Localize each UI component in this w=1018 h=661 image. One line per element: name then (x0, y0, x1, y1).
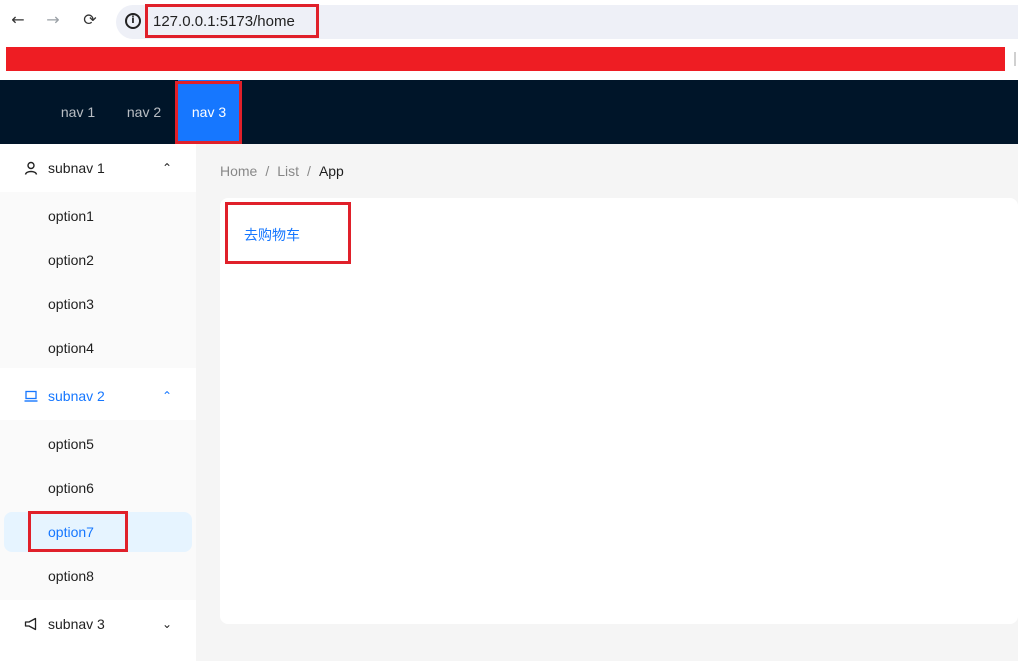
submenu-label: subnav 3 (48, 616, 105, 632)
arrow-right-icon[interactable]: → (43, 9, 63, 31)
top-nav-item-1[interactable]: nav 1 (48, 80, 108, 144)
submenu-subnav-2[interactable]: subnav 2 ⌃ (0, 372, 196, 420)
submenu-subnav-3[interactable]: subnav 3 ⌄ (0, 600, 196, 648)
menu-option-8[interactable]: option8 (0, 556, 196, 596)
url-text[interactable]: 127.0.0.1:5173/home (153, 13, 295, 30)
breadcrumb: Home / List / App (220, 163, 344, 179)
menu-option-2[interactable]: option2 (0, 240, 196, 280)
breadcrumb-separator: / (307, 163, 311, 179)
arrow-left-icon[interactable]: ← (8, 9, 28, 31)
chevron-down-icon: ⌄ (162, 617, 173, 631)
breadcrumb-separator: / (265, 163, 270, 179)
menu-option-1[interactable]: option1 (0, 196, 196, 236)
red-banner (6, 47, 1005, 71)
browser-toolbar: ← → ⟳ i 127.0.0.1:5173/home (0, 0, 1018, 44)
sidebar-menu: subnav 1 ⌃ option1 option2 option3 optio… (0, 144, 196, 661)
chevron-up-icon: ⌃ (162, 161, 173, 175)
menu-option-6[interactable]: option6 (0, 468, 196, 508)
menu-option-3[interactable]: option3 (0, 284, 196, 324)
breadcrumb-item-list[interactable]: List (277, 163, 299, 179)
info-icon[interactable]: i (125, 13, 141, 29)
user-icon (24, 161, 38, 175)
breadcrumb-item-app: App (318, 163, 344, 179)
main-layout: Home / List / App 去购物车 (196, 144, 1018, 661)
submenu-body-1: option1 option2 option3 option4 (0, 192, 196, 368)
submenu-label: subnav 2 (48, 388, 105, 404)
content-card: 去购物车 (220, 198, 1018, 624)
top-nav-item-3[interactable]: nav 3 (178, 80, 240, 144)
breadcrumb-item-home[interactable]: Home (220, 163, 257, 179)
submenu-body-2: option5 option6 option7 option8 (0, 420, 196, 600)
submenu-subnav-1[interactable]: subnav 1 ⌃ (0, 144, 196, 192)
chevron-up-icon: ⌃ (162, 389, 173, 403)
laptop-icon (24, 390, 38, 402)
address-bar[interactable]: i 127.0.0.1:5173/home (116, 5, 1018, 39)
menu-option-7[interactable]: option7 (4, 512, 192, 552)
submenu-label: subnav 1 (48, 160, 105, 176)
menu-option-5[interactable]: option5 (0, 424, 196, 464)
scroll-marker (1014, 52, 1016, 66)
notification-icon (24, 617, 37, 631)
top-header: nav 1 nav 2 nav 3 (0, 80, 1018, 144)
top-nav-item-2[interactable]: nav 2 (112, 80, 176, 144)
reload-icon[interactable]: ⟳ (80, 9, 100, 31)
menu-option-4[interactable]: option4 (0, 328, 196, 368)
go-to-cart-link[interactable]: 去购物车 (244, 225, 300, 245)
